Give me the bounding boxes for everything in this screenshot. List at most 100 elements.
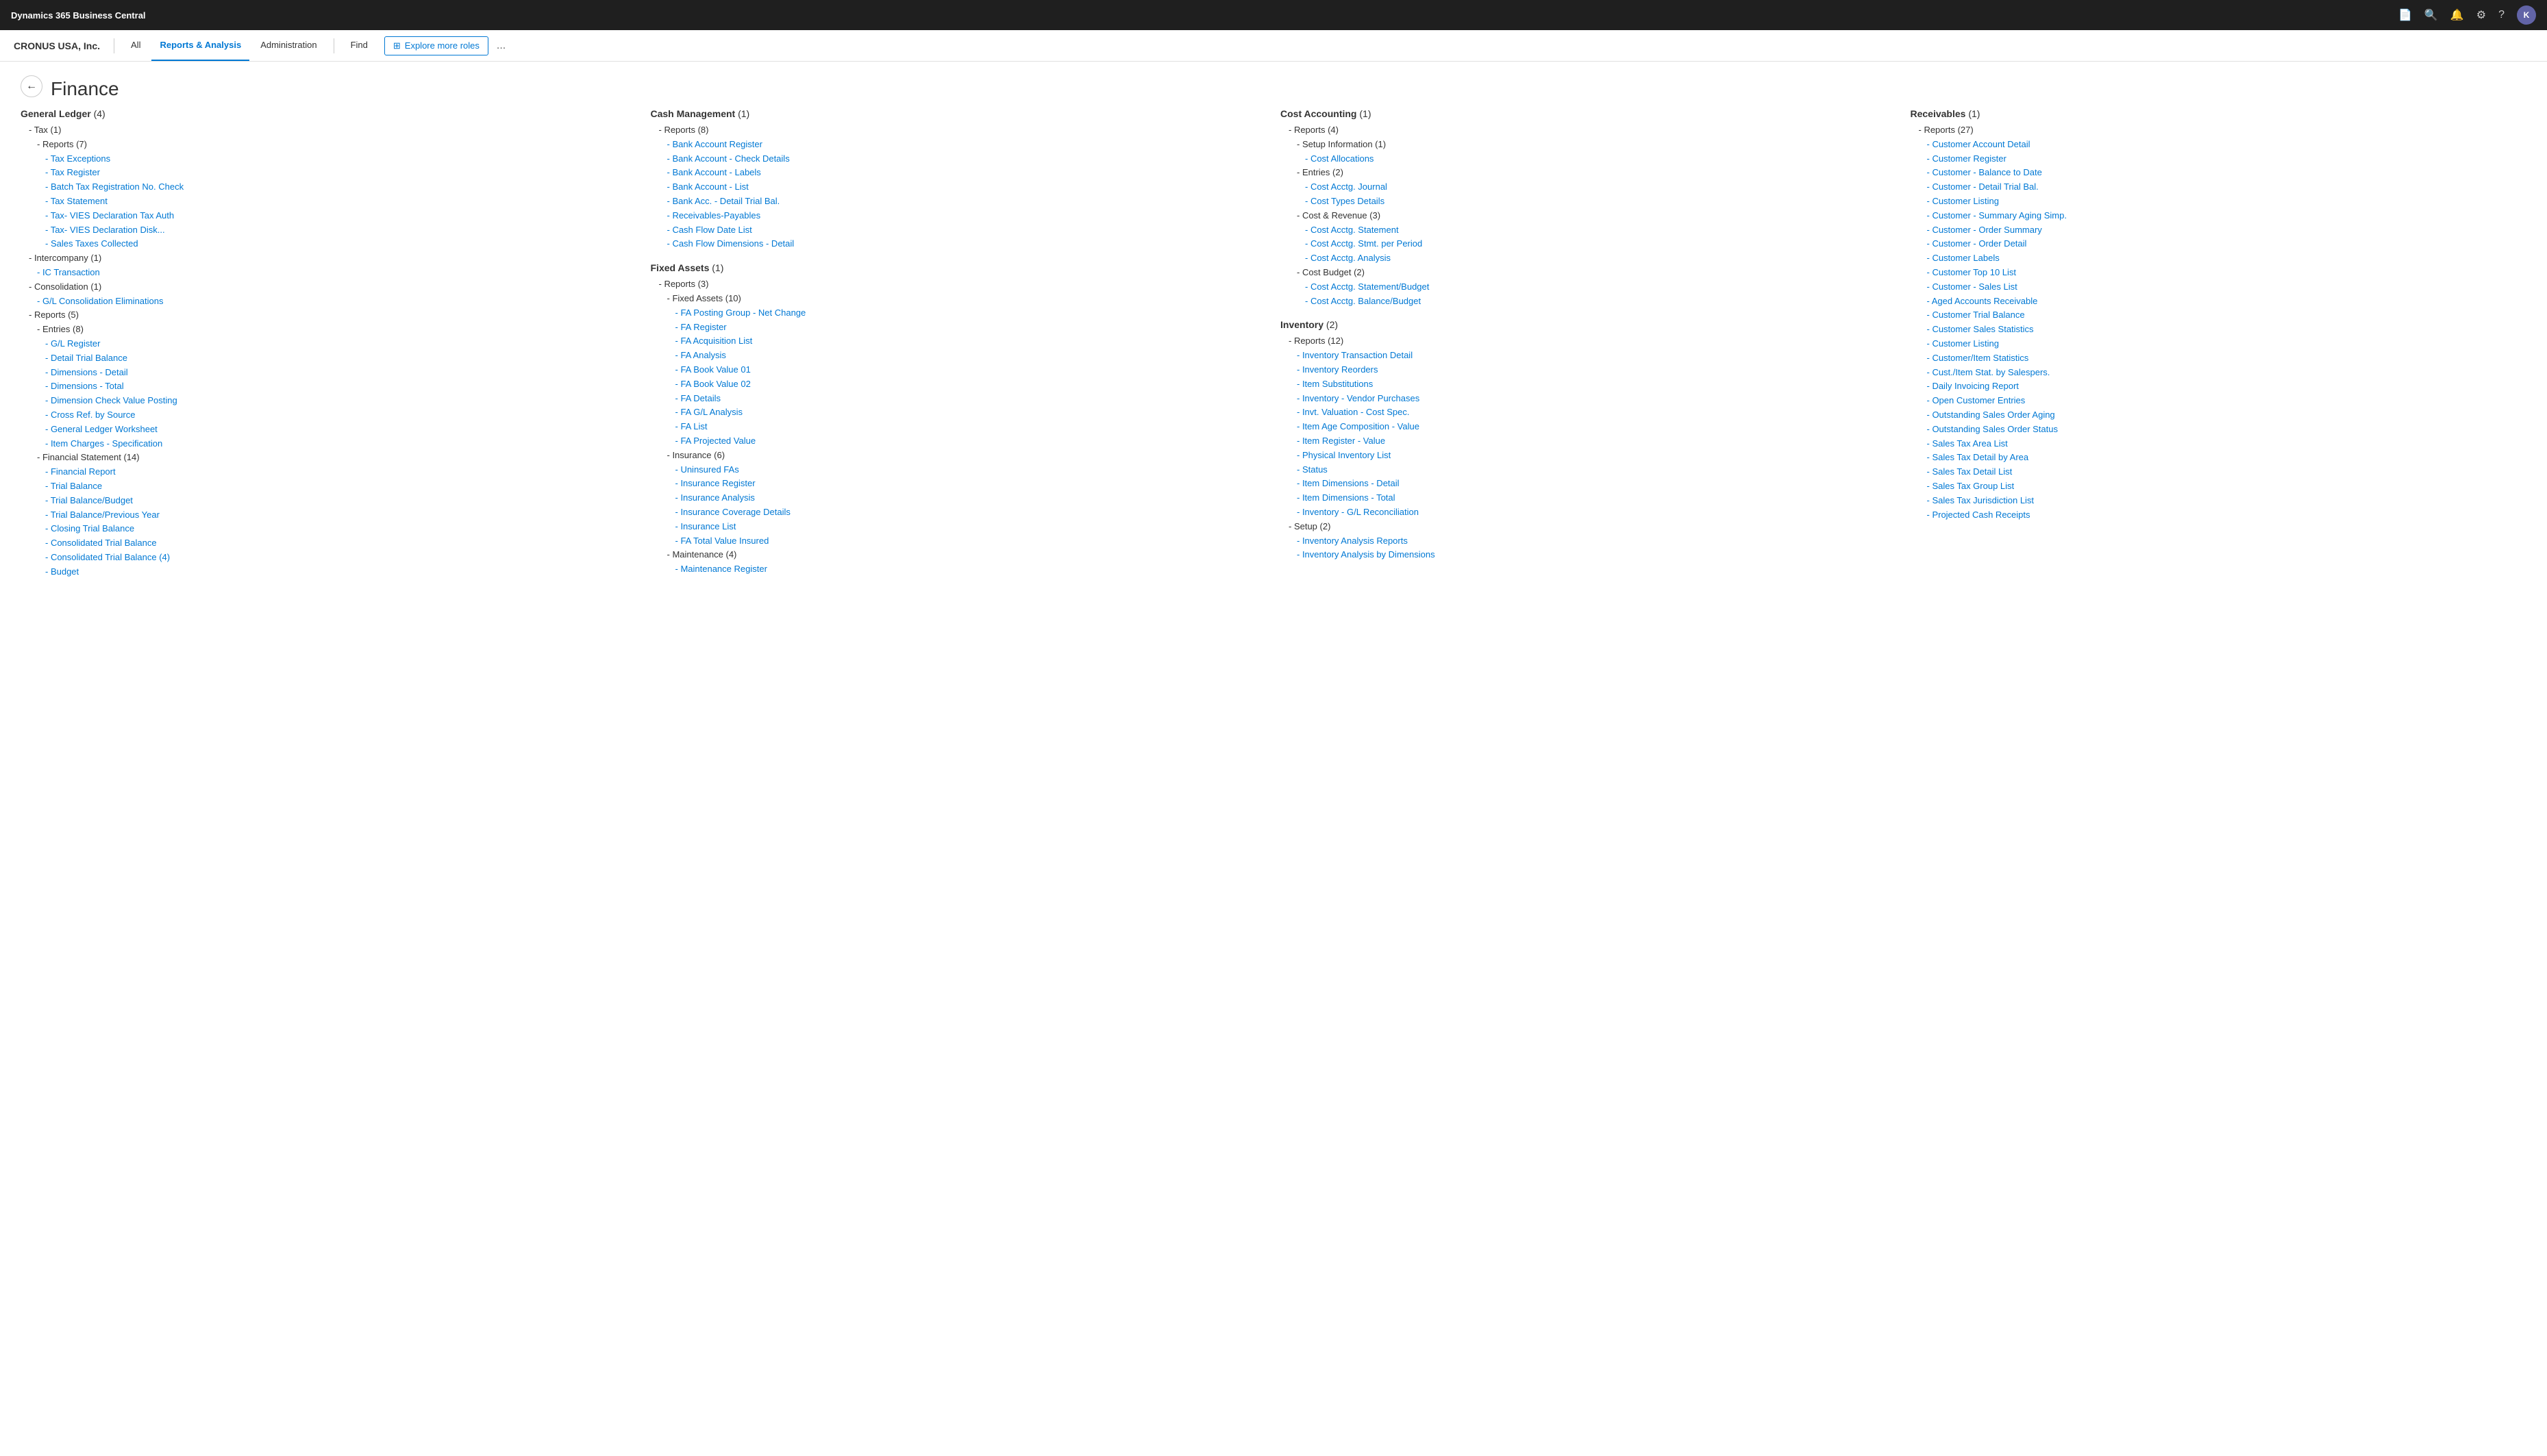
tree-item-2-8[interactable]: - Cost Acctg. Stmt. per Period xyxy=(1280,237,1897,251)
tree-item-1-27[interactable]: - Insurance Coverage Details xyxy=(651,505,1267,520)
tree-item-2-25[interactable]: - Item Dimensions - Detail xyxy=(1280,477,1897,491)
tree-item-1-14[interactable]: - FA Register xyxy=(651,321,1267,335)
tree-item-3-26[interactable]: - Sales Tax Jurisdiction List xyxy=(1911,494,2527,508)
tree-item-3-1[interactable]: - Customer Account Detail xyxy=(1911,138,2527,152)
tree-item-1-7[interactable]: - Cash Flow Date List xyxy=(651,223,1267,238)
search-icon[interactable]: 🔍 xyxy=(2424,8,2438,22)
tree-item-0-30[interactable]: - Consolidated Trial Balance (4) xyxy=(21,551,637,565)
tree-item-3-2[interactable]: - Customer Register xyxy=(1911,152,2527,166)
tree-item-1-5[interactable]: - Bank Acc. - Detail Trial Bal. xyxy=(651,194,1267,209)
tree-item-3-22[interactable]: - Sales Tax Area List xyxy=(1911,437,2527,451)
tree-item-2-17[interactable]: - Inventory Reorders xyxy=(1280,363,1897,377)
bell-icon[interactable]: 🔔 xyxy=(2450,8,2464,22)
tree-item-0-27[interactable]: - Trial Balance/Previous Year xyxy=(21,508,637,523)
tree-item-3-15[interactable]: - Customer Listing xyxy=(1911,337,2527,351)
tree-item-3-5[interactable]: - Customer Listing xyxy=(1911,194,2527,209)
tree-item-1-15[interactable]: - FA Acquisition List xyxy=(651,334,1267,349)
user-avatar[interactable]: K xyxy=(2517,5,2536,25)
tree-item-2-19[interactable]: - Inventory - Vendor Purchases xyxy=(1280,392,1897,406)
tree-item-3-21[interactable]: - Outstanding Sales Order Status xyxy=(1911,423,2527,437)
tree-item-0-7[interactable]: - Tax- VIES Declaration Disk... xyxy=(21,223,637,238)
tree-item-0-10[interactable]: - IC Transaction xyxy=(21,266,637,280)
tree-item-2-16[interactable]: - Inventory Transaction Detail xyxy=(1280,349,1897,363)
tree-item-1-4[interactable]: - Bank Account - List xyxy=(651,180,1267,194)
tree-item-0-17[interactable]: - Dimensions - Detail xyxy=(21,366,637,380)
tab-reports-analysis[interactable]: Reports & Analysis xyxy=(151,31,249,61)
tree-item-0-25[interactable]: - Trial Balance xyxy=(21,479,637,494)
tree-item-2-21[interactable]: - Item Age Composition - Value xyxy=(1280,420,1897,434)
tree-item-1-28[interactable]: - Insurance List xyxy=(651,520,1267,534)
tree-item-0-24[interactable]: - Financial Report xyxy=(21,465,637,479)
tree-item-0-28[interactable]: - Closing Trial Balance xyxy=(21,522,637,536)
tree-item-3-20[interactable]: - Outstanding Sales Order Aging xyxy=(1911,408,2527,423)
tree-item-2-29[interactable]: - Inventory Analysis Reports xyxy=(1280,534,1897,549)
tree-item-0-12[interactable]: - G/L Consolidation Eliminations xyxy=(21,294,637,309)
tree-item-1-31[interactable]: - Maintenance Register xyxy=(651,562,1267,577)
tree-item-2-27[interactable]: - Inventory - G/L Reconciliation xyxy=(1280,505,1897,520)
tab-administration[interactable]: Administration xyxy=(252,31,325,61)
tree-item-1-6[interactable]: - Receivables-Payables xyxy=(651,209,1267,223)
tree-item-0-20[interactable]: - Cross Ref. by Source xyxy=(21,408,637,423)
tree-item-2-24[interactable]: - Status xyxy=(1280,463,1897,477)
tree-item-1-16[interactable]: - FA Analysis xyxy=(651,349,1267,363)
tree-item-1-18[interactable]: - FA Book Value 02 xyxy=(651,377,1267,392)
tree-item-2-12[interactable]: - Cost Acctg. Balance/Budget xyxy=(1280,294,1897,309)
more-button[interactable]: ... xyxy=(491,37,511,55)
tree-item-3-3[interactable]: - Customer - Balance to Date xyxy=(1911,166,2527,180)
tree-item-3-13[interactable]: - Customer Trial Balance xyxy=(1911,308,2527,323)
tree-item-0-5[interactable]: - Tax Statement xyxy=(21,194,637,209)
tree-item-2-11[interactable]: - Cost Acctg. Statement/Budget xyxy=(1280,280,1897,294)
tree-item-1-13[interactable]: - FA Posting Group - Net Change xyxy=(651,306,1267,321)
tree-item-1-21[interactable]: - FA List xyxy=(651,420,1267,434)
tree-item-1-29[interactable]: - FA Total Value Insured xyxy=(651,534,1267,549)
tree-item-2-5[interactable]: - Cost Types Details xyxy=(1280,194,1897,209)
tree-item-3-19[interactable]: - Open Customer Entries xyxy=(1911,394,2527,408)
explore-roles-button[interactable]: ⊞ Explore more roles xyxy=(384,36,488,55)
tree-item-3-6[interactable]: - Customer - Summary Aging Simp. xyxy=(1911,209,2527,223)
tree-item-2-20[interactable]: - Invt. Valuation - Cost Spec. xyxy=(1280,405,1897,420)
tab-all[interactable]: All xyxy=(123,31,149,61)
tree-item-2-7[interactable]: - Cost Acctg. Statement xyxy=(1280,223,1897,238)
tree-item-3-14[interactable]: - Customer Sales Statistics xyxy=(1911,323,2527,337)
tree-item-0-26[interactable]: - Trial Balance/Budget xyxy=(21,494,637,508)
tree-item-0-15[interactable]: - G/L Register xyxy=(21,337,637,351)
tree-item-3-18[interactable]: - Daily Invoicing Report xyxy=(1911,379,2527,394)
tree-item-2-2[interactable]: - Cost Allocations xyxy=(1280,152,1897,166)
tree-item-2-22[interactable]: - Item Register - Value xyxy=(1280,434,1897,449)
tree-item-3-23[interactable]: - Sales Tax Detail by Area xyxy=(1911,451,2527,465)
tree-item-1-25[interactable]: - Insurance Register xyxy=(651,477,1267,491)
tree-item-1-26[interactable]: - Insurance Analysis xyxy=(651,491,1267,505)
tree-item-0-21[interactable]: - General Ledger Worksheet xyxy=(21,423,637,437)
tree-item-1-1[interactable]: - Bank Account Register xyxy=(651,138,1267,152)
tree-item-1-8[interactable]: - Cash Flow Dimensions - Detail xyxy=(651,237,1267,251)
tree-item-3-4[interactable]: - Customer - Detail Trial Bal. xyxy=(1911,180,2527,194)
tree-item-0-22[interactable]: - Item Charges - Specification xyxy=(21,437,637,451)
tree-item-1-19[interactable]: - FA Details xyxy=(651,392,1267,406)
tree-item-1-20[interactable]: - FA G/L Analysis xyxy=(651,405,1267,420)
tree-item-3-27[interactable]: - Projected Cash Receipts xyxy=(1911,508,2527,523)
tree-item-1-3[interactable]: - Bank Account - Labels xyxy=(651,166,1267,180)
gear-icon[interactable]: ⚙ xyxy=(2476,8,2486,22)
tree-item-0-3[interactable]: - Tax Register xyxy=(21,166,637,180)
tree-item-0-6[interactable]: - Tax- VIES Declaration Tax Auth xyxy=(21,209,637,223)
tree-item-0-2[interactable]: - Tax Exceptions xyxy=(21,152,637,166)
tree-item-1-22[interactable]: - FA Projected Value xyxy=(651,434,1267,449)
tree-item-0-16[interactable]: - Detail Trial Balance xyxy=(21,351,637,366)
help-icon[interactable]: ? xyxy=(2498,9,2505,21)
tree-item-3-11[interactable]: - Customer - Sales List xyxy=(1911,280,2527,294)
back-button[interactable]: ← xyxy=(21,75,42,97)
tree-item-3-24[interactable]: - Sales Tax Detail List xyxy=(1911,465,2527,479)
tree-item-2-9[interactable]: - Cost Acctg. Analysis xyxy=(1280,251,1897,266)
tree-item-3-10[interactable]: - Customer Top 10 List xyxy=(1911,266,2527,280)
tree-item-3-17[interactable]: - Cust./Item Stat. by Salespers. xyxy=(1911,366,2527,380)
tree-item-0-19[interactable]: - Dimension Check Value Posting xyxy=(21,394,637,408)
document-icon[interactable]: 📄 xyxy=(2398,8,2412,22)
tab-find[interactable]: Find xyxy=(343,31,376,61)
tree-item-3-12[interactable]: - Aged Accounts Receivable xyxy=(1911,294,2527,309)
tree-item-3-9[interactable]: - Customer Labels xyxy=(1911,251,2527,266)
tree-item-2-30[interactable]: - Inventory Analysis by Dimensions xyxy=(1280,548,1897,562)
tree-item-2-26[interactable]: - Item Dimensions - Total xyxy=(1280,491,1897,505)
tree-item-0-31[interactable]: - Budget xyxy=(21,565,637,579)
tree-item-2-23[interactable]: - Physical Inventory List xyxy=(1280,449,1897,463)
tree-item-3-7[interactable]: - Customer - Order Summary xyxy=(1911,223,2527,238)
